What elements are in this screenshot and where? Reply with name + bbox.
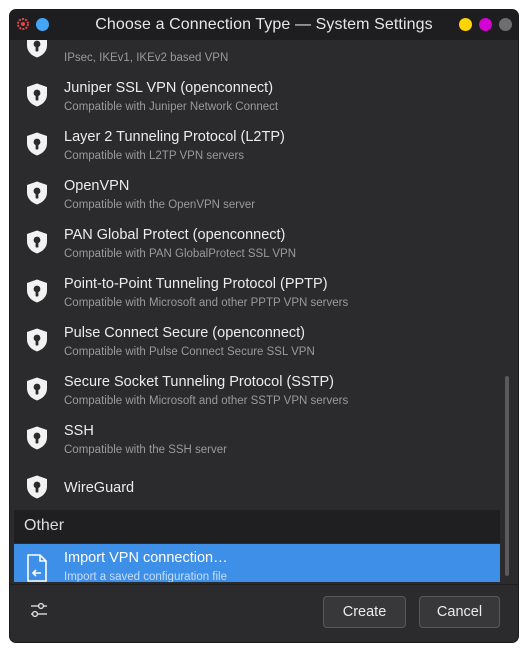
minimize-button[interactable] — [459, 18, 472, 31]
shield-lock-icon — [24, 40, 50, 59]
dialog-window: Choose a Connection Type — System Settin… — [10, 10, 518, 642]
vpn-item-description: IPsec, IKEv1, IKEv2 based VPN — [64, 52, 229, 64]
connection-type-list[interactable]: IPsec, IKEv1, IKEv2 based VPN Juniper SSL… — [14, 40, 500, 582]
list-scrollbar[interactable] — [504, 40, 510, 582]
vpn-list-item[interactable]: Point-to-Point Tunneling Protocol (PPTP)… — [14, 266, 500, 315]
close-button[interactable] — [499, 18, 512, 31]
import-item-title: Import VPN connection… — [64, 550, 228, 566]
vpn-item-description: Compatible with PAN GlobalProtect SSL VP… — [64, 248, 297, 260]
vpn-list-item[interactable]: Layer 2 Tunneling Protocol (L2TP) Compati… — [14, 119, 500, 168]
vpn-list-item[interactable]: PAN Global Protect (openconnect) Compatib… — [14, 217, 500, 266]
vpn-item-title: WireGuard — [64, 480, 135, 496]
section-header-other: Other — [14, 510, 500, 543]
window-title: Choose a Connection Type — System Settin… — [95, 16, 433, 33]
shield-lock-icon — [24, 229, 50, 255]
vpn-item-title: Juniper SSL VPN (openconnect) — [64, 80, 274, 96]
vpn-item-title: SSH — [64, 423, 94, 439]
vpn-list-item[interactable]: SSH Compatible with the SSH server — [14, 413, 500, 462]
vpn-item-title: Layer 2 Tunneling Protocol (L2TP) — [64, 129, 285, 145]
document-import-icon — [27, 554, 47, 582]
shield-lock-icon — [24, 82, 50, 108]
vpn-item-description: Compatible with Microsoft and other SSTP… — [64, 395, 349, 407]
vpn-item-title: PAN Global Protect (openconnect) — [64, 227, 286, 243]
vpn-item-description: Compatible with the OpenVPN server — [64, 199, 256, 211]
vpn-list-item[interactable]: Juniper SSL VPN (openconnect) Compatible … — [14, 70, 500, 119]
create-button[interactable]: Create — [323, 596, 406, 628]
vpn-item-description: Compatible with the SSH server — [64, 444, 227, 456]
vpn-list-item[interactable]: WireGuard — [14, 462, 500, 511]
maximize-button[interactable] — [479, 18, 492, 31]
vpn-item-description: Compatible with Microsoft and other PPTP… — [64, 297, 349, 309]
shield-lock-icon — [24, 425, 50, 451]
vpn-item-title: Pulse Connect Secure (openconnect) — [64, 325, 306, 341]
vpn-list-item[interactable]: OpenVPN Compatible with the OpenVPN serve… — [14, 168, 500, 217]
shield-lock-icon — [24, 376, 50, 402]
list-item-import-vpn[interactable]: Import VPN connection… Import a saved co… — [14, 544, 500, 582]
title-bar[interactable]: Choose a Connection Type — System Settin… — [10, 10, 518, 40]
shield-lock-icon — [24, 278, 50, 304]
sliders-icon[interactable] — [28, 599, 50, 621]
vpn-item-title: OpenVPN — [64, 178, 130, 194]
scrollbar-thumb[interactable] — [505, 376, 509, 576]
cancel-button[interactable]: Cancel — [419, 596, 500, 628]
shield-lock-icon — [24, 131, 50, 157]
vpn-item-description: Compatible with Juniper Network Connect — [64, 101, 279, 113]
vpn-item-description: Compatible with L2TP VPN servers — [64, 150, 245, 162]
dialog-footer: Create Cancel — [10, 584, 518, 642]
vpn-item-title: Point-to-Point Tunneling Protocol (PPTP) — [64, 276, 328, 292]
vpn-list-item[interactable]: Pulse Connect Secure (openconnect) Compat… — [14, 315, 500, 364]
vpn-list-item[interactable]: Secure Socket Tunneling Protocol (SSTP) C… — [14, 364, 500, 413]
vpn-item-title: Secure Socket Tunneling Protocol (SSTP) — [64, 374, 334, 390]
import-item-description: Import a saved configuration file — [64, 571, 228, 582]
section-label: Other — [24, 517, 65, 534]
vpn-item-description: Compatible with Pulse Connect Secure SSL… — [64, 346, 315, 358]
shield-lock-icon — [24, 327, 50, 353]
shield-lock-icon — [24, 474, 50, 500]
shield-lock-icon — [24, 180, 50, 206]
vpn-list-item[interactable]: IPsec, IKEv1, IKEv2 based VPN — [14, 40, 500, 70]
